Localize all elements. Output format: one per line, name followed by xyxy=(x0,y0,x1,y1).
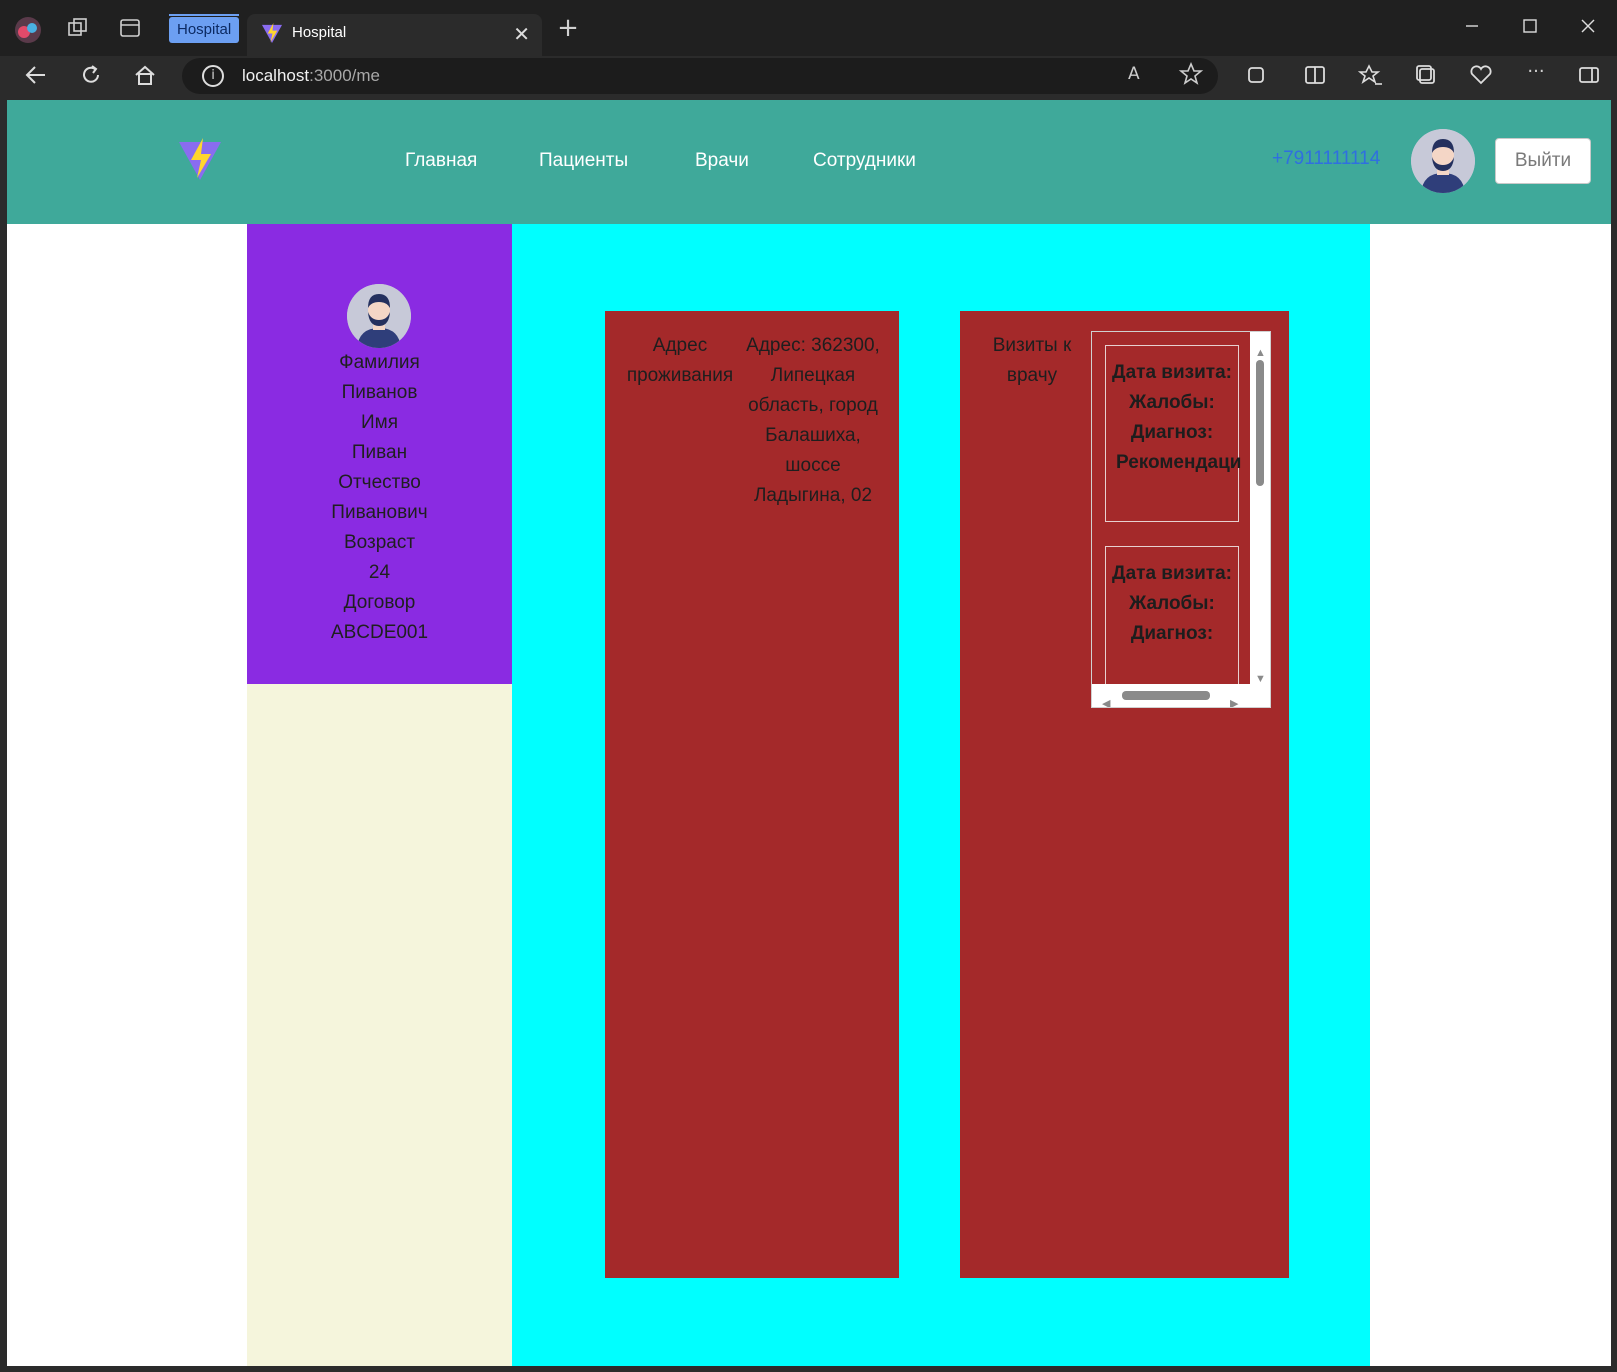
visit-complaints-label: Жалобы: xyxy=(1129,593,1215,614)
close-window-icon[interactable] xyxy=(1574,14,1602,42)
new-tab-icon[interactable]: + xyxy=(554,15,582,44)
sidebar-filler xyxy=(247,684,512,1366)
maximize-icon[interactable] xyxy=(1516,14,1544,42)
label-contract: Договор xyxy=(343,592,416,613)
tab-actions-icon[interactable] xyxy=(116,16,144,44)
tab-group-label[interactable]: Hospital xyxy=(169,14,240,43)
split-screen-icon[interactable] xyxy=(1301,62,1329,90)
value-patronymic: Пиванович xyxy=(331,502,428,523)
home-icon[interactable] xyxy=(131,62,159,90)
site-header: Главная Пациенты Врачи Сотрудники +79111… xyxy=(7,100,1611,224)
value-contract: ABCDE001 xyxy=(330,622,429,643)
visit-recommendations-label: Рекомендаци xyxy=(1116,452,1242,473)
visit-date-label: Дата визита: xyxy=(1112,362,1232,383)
extensions-icon[interactable] xyxy=(1242,62,1270,90)
favorites-icon[interactable] xyxy=(1357,62,1385,90)
visits-list: Дата визита: Жалобы: Диагноз: Рекомендац… xyxy=(1092,332,1250,684)
value-age: 24 xyxy=(368,562,391,583)
nav-patients[interactable]: Пациенты xyxy=(539,150,628,172)
horizontal-scroll-thumb[interactable] xyxy=(1122,691,1210,700)
visit-date-label: Дата визита: xyxy=(1112,563,1232,584)
value-surname: Пиванов xyxy=(341,382,418,403)
favorite-star-icon[interactable] xyxy=(1178,61,1204,91)
visit-complaints-label: Жалобы: xyxy=(1129,392,1215,413)
nav-home[interactable]: Главная xyxy=(405,150,477,172)
tab-hospital[interactable]: Hospital ✕ xyxy=(247,14,542,56)
scroll-right-icon[interactable]: ▶ xyxy=(1230,689,1238,707)
address-card: Адрес проживания Адрес: 362300, Липецкая… xyxy=(605,311,899,1278)
vite-favicon-icon xyxy=(261,22,283,48)
profile-fields: Фамилия Пиванов Имя Пиван Отчество Пиван… xyxy=(247,348,512,648)
horizontal-scrollbar[interactable]: ◀ ▶ xyxy=(1092,684,1270,707)
nav-staff[interactable]: Сотрудники xyxy=(813,150,916,172)
address-bar[interactable]: i localhost:3000/me A xyxy=(182,58,1218,94)
profile-sidebar: Фамилия Пиванов Имя Пиван Отчество Пиван… xyxy=(247,224,512,684)
tab-title: Hospital xyxy=(292,24,347,41)
profile-avatar xyxy=(347,284,411,348)
value-name: Пиван xyxy=(351,442,408,463)
visits-label: Визиты к врачу xyxy=(992,335,1072,386)
header-avatar[interactable] xyxy=(1411,129,1475,193)
vite-logo-icon[interactable] xyxy=(177,136,223,182)
minimize-icon[interactable] xyxy=(1458,14,1486,42)
more-options-icon[interactable]: ··· xyxy=(1522,60,1550,88)
label-patronymic: Отчество xyxy=(338,472,421,493)
profile-icon[interactable] xyxy=(14,16,42,44)
collections-icon[interactable] xyxy=(1412,62,1440,90)
visit-diagnosis-label: Диагноз: xyxy=(1130,422,1214,443)
nav-doctors[interactable]: Врачи xyxy=(695,150,749,172)
address-value: Адрес: 362300, Липецкая область, город Б… xyxy=(746,335,880,506)
label-age: Возраст xyxy=(343,532,416,553)
visit-diagnosis-label: Диагноз: xyxy=(1130,623,1214,644)
read-aloud-icon[interactable]: A xyxy=(1128,64,1140,84)
back-icon[interactable] xyxy=(22,62,50,90)
refresh-icon[interactable] xyxy=(77,62,105,90)
tab-close-icon[interactable]: ✕ xyxy=(513,22,530,46)
visit-item: Дата визита: Жалобы: Диагноз: Рекомендац… xyxy=(1105,345,1242,522)
label-surname: Фамилия xyxy=(339,352,420,373)
site-info-icon[interactable]: i xyxy=(202,65,224,87)
visit-item: Дата визита: Жалобы: Диагноз: xyxy=(1105,546,1239,684)
sidebar-toggle-icon[interactable] xyxy=(1575,62,1603,90)
url-text: localhost:3000/me xyxy=(242,66,380,85)
visits-card: Визиты к врачу Дата визита: Жалобы: Диаг… xyxy=(960,311,1289,1278)
vertical-scrollbar[interactable]: ▲ ▼ xyxy=(1250,332,1270,685)
browser-toolbar: i localhost:3000/me A ··· xyxy=(0,56,1617,98)
label-name: Имя xyxy=(360,412,398,433)
logout-button[interactable]: Выйти xyxy=(1495,138,1591,184)
address-label: Адрес проживания xyxy=(626,335,734,386)
user-phone[interactable]: +7911111114 xyxy=(1272,148,1380,170)
vertical-scroll-thumb[interactable] xyxy=(1256,360,1264,486)
workspaces-icon[interactable] xyxy=(64,16,92,44)
browser-essentials-icon[interactable] xyxy=(1467,62,1495,90)
visits-scroll-area[interactable]: Дата визита: Жалобы: Диагноз: Рекомендац… xyxy=(1091,331,1271,708)
scroll-left-icon[interactable]: ◀ xyxy=(1102,689,1110,707)
main-content: Адрес проживания Адрес: 362300, Липецкая… xyxy=(512,224,1370,1366)
browser-title-bar: Hospital Hospital ✕ + xyxy=(0,0,1617,56)
